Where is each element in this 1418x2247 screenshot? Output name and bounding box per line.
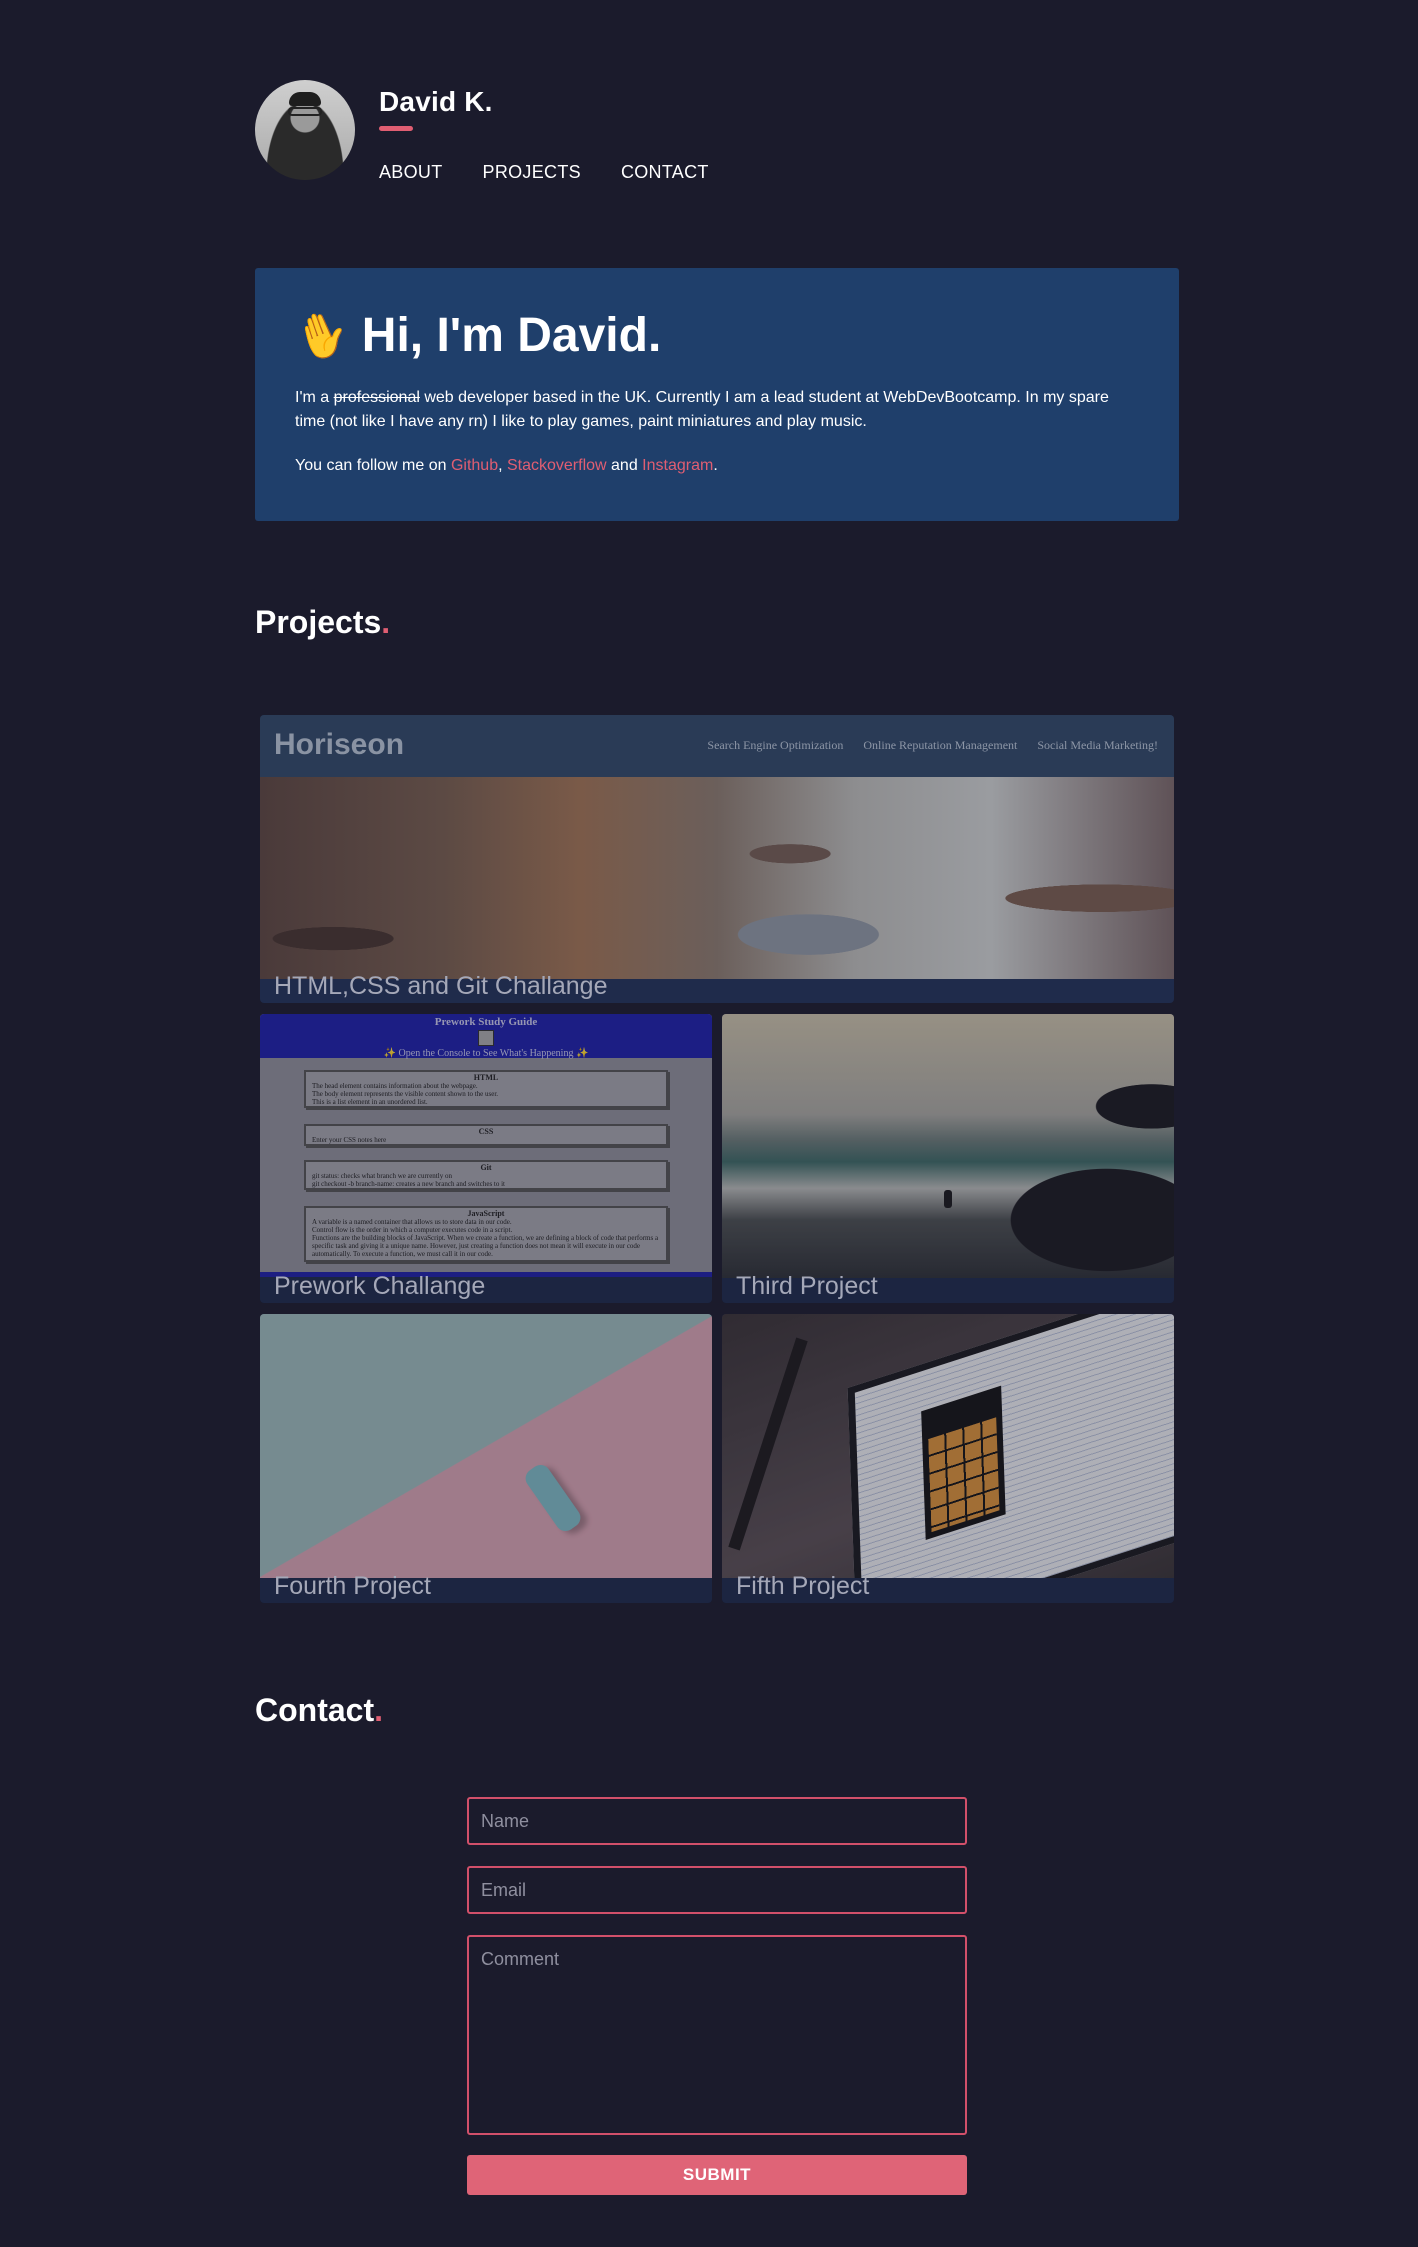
project-label: HTML,CSS and Git Challange xyxy=(274,972,608,1000)
site-header: David K. ABOUT PROJECTS CONTACT xyxy=(255,80,855,190)
horiseon-nav-item: Online Reputation Management xyxy=(863,738,1018,752)
project-card-4[interactable]: Fourth Project xyxy=(260,1314,712,1603)
project-card-5[interactable]: Fifth Project xyxy=(722,1314,1174,1603)
card-overlay xyxy=(722,1014,1174,1303)
bio-strikethrough: professional xyxy=(333,389,420,406)
project-card-3[interactable]: Third Project xyxy=(722,1014,1174,1303)
main-nav: ABOUT PROJECTS CONTACT xyxy=(379,162,709,183)
site-name: David K. xyxy=(379,86,493,117)
email-field[interactable] xyxy=(467,1866,967,1914)
name-field[interactable] xyxy=(467,1797,967,1845)
project-label: Prework Challange xyxy=(274,1272,486,1300)
project-label: Fourth Project xyxy=(274,1572,432,1600)
hero-follow: You can follow me on Github, Stackoverfl… xyxy=(295,454,1139,478)
instagram-link[interactable]: Instagram xyxy=(642,457,713,474)
brand: David K. xyxy=(379,86,493,131)
github-link[interactable]: Github xyxy=(451,457,498,474)
projects-title-text: Projects xyxy=(255,604,382,640)
avatar xyxy=(255,80,355,180)
project-card-1[interactable]: Horiseon Search Engine Optimization Onli… xyxy=(260,715,1174,1003)
contact-title: Contact. xyxy=(255,1692,383,1729)
follow-suffix: . xyxy=(713,457,718,474)
projects-title: Projects. xyxy=(255,604,390,641)
nav-contact[interactable]: CONTACT xyxy=(621,162,709,183)
bio-prefix: I'm a xyxy=(295,389,334,406)
nav-about[interactable]: ABOUT xyxy=(379,162,443,183)
hero-greeting: Hi, I'm David. xyxy=(361,309,662,362)
follow-separator: , xyxy=(498,457,507,474)
horiseon-nav-item: Search Engine Optimization xyxy=(707,738,844,752)
horiseon-nav: Search Engine Optimization Online Reputa… xyxy=(707,738,1158,753)
card-overlay xyxy=(722,1314,1174,1603)
title-accent-dot: . xyxy=(381,604,391,640)
hero-heading: ✋ Hi, I'm David. xyxy=(288,303,1139,368)
project-label: Third Project xyxy=(736,1272,878,1300)
horiseon-logo: Horiseon xyxy=(274,728,405,761)
card-overlay xyxy=(260,1014,712,1303)
nav-projects[interactable]: PROJECTS xyxy=(483,162,581,183)
submit-button[interactable]: SUBMIT xyxy=(467,2155,967,2195)
hero-bio: I'm a professional web developer based i… xyxy=(295,386,1139,434)
stackoverflow-link[interactable]: Stackoverflow xyxy=(507,457,607,474)
contact-title-text: Contact xyxy=(255,1692,375,1728)
follow-prefix: You can follow me on xyxy=(295,457,451,474)
project-label: Fifth Project xyxy=(736,1572,870,1600)
card-overlay xyxy=(260,1314,712,1603)
title-accent-dot: . xyxy=(374,1692,383,1728)
waving-hand-icon: ✋ xyxy=(288,303,357,368)
brand-underline xyxy=(379,126,413,131)
comment-field[interactable] xyxy=(467,1935,967,2135)
meeting-photo xyxy=(260,777,1174,979)
follow-separator: and xyxy=(606,457,643,474)
about-hero: ✋ Hi, I'm David. I'm a professional web … xyxy=(255,268,1179,521)
project-card-2[interactable]: Prework Study Guide ✨ Open the Console t… xyxy=(260,1014,712,1303)
horiseon-header: Horiseon Search Engine Optimization Onli… xyxy=(260,715,1174,777)
horiseon-nav-item: Social Media Marketing! xyxy=(1037,738,1158,752)
